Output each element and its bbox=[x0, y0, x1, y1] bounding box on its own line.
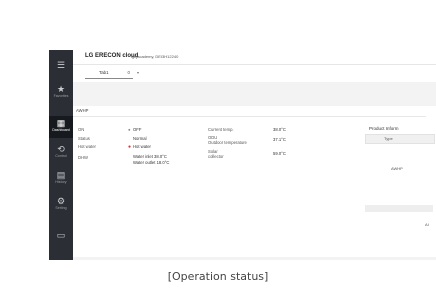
menu-icon: ☰ bbox=[56, 60, 66, 70]
setting-icon: ⚙ bbox=[56, 196, 66, 206]
on-label: ON bbox=[78, 127, 85, 132]
tab-label: Tab1 bbox=[99, 70, 109, 75]
info-row-bar bbox=[365, 205, 433, 212]
star-icon: ★ bbox=[56, 84, 66, 94]
status-label: Status bbox=[78, 136, 90, 141]
sidebar-item-more[interactable]: ▭ bbox=[49, 228, 73, 250]
info-value: AI bbox=[425, 222, 429, 227]
tab-tab1[interactable]: Tab1 0 bbox=[85, 68, 133, 79]
type-label: Type bbox=[384, 136, 393, 141]
dhw-label: DHW bbox=[78, 155, 89, 160]
collector-label: collector bbox=[208, 154, 224, 159]
hot-water-value: Hot water bbox=[133, 144, 151, 149]
solar-value: 59.0°C bbox=[273, 151, 286, 156]
type-value: AWHP bbox=[391, 166, 403, 171]
menu-icon-button[interactable]: ☰ bbox=[49, 58, 73, 80]
hot-water-label: Hot water bbox=[78, 144, 96, 149]
dashboard-icon: ▦ bbox=[56, 118, 66, 128]
tab-bar: Tab1 0 ▾ bbox=[73, 65, 436, 83]
sidebar-item-dashboard[interactable]: ▦ Dashboard bbox=[49, 116, 73, 138]
sidebar-item-control[interactable]: ⟲ Control bbox=[49, 142, 73, 164]
main-content: AWHP ON ● OFF Status Normal Hot water ● … bbox=[73, 82, 436, 260]
power-value: OFF bbox=[133, 127, 142, 132]
more-icon: ▭ bbox=[56, 230, 66, 240]
sidebar-item-label: Control bbox=[55, 154, 67, 158]
sidebar: ☰ ★ Favorites ▦ Dashboard ⟲ Control ▤ Hi… bbox=[49, 50, 73, 260]
sidebar-item-label: Dashboard bbox=[52, 128, 70, 132]
current-temp-value: 38.0°C bbox=[273, 127, 286, 132]
water-inlet-value: Water inlet 38.0°C bbox=[133, 154, 167, 159]
hot-water-indicator: ● bbox=[128, 144, 132, 150]
device-card: AWHP ON ● OFF Status Normal Hot water ● … bbox=[73, 106, 436, 257]
top-bar: LG ERECON cloud lgbjacademy, DEI3H12240 bbox=[73, 50, 436, 65]
account-info: lgbjacademy, DEI3H12240 bbox=[131, 54, 179, 59]
control-icon: ⟲ bbox=[57, 144, 65, 154]
card-title: AWHP bbox=[76, 108, 89, 113]
type-header: Type bbox=[365, 134, 435, 144]
water-outlet-value: Water outlet 18.0°C bbox=[133, 160, 170, 165]
divider bbox=[73, 116, 426, 117]
chevron-down-icon[interactable]: ▾ bbox=[137, 70, 139, 75]
outdoor-temp-label: Outdoor temperature bbox=[208, 140, 247, 145]
sidebar-item-label: History bbox=[55, 180, 67, 184]
tab-count: 0 bbox=[127, 70, 130, 75]
sidebar-item-favorites[interactable]: ★ Favorites bbox=[49, 82, 73, 104]
current-temp-label: Current temp. bbox=[208, 127, 234, 132]
sidebar-item-history[interactable]: ▤ History bbox=[49, 168, 73, 190]
history-icon: ▤ bbox=[56, 170, 66, 180]
power-indicator: ● bbox=[128, 127, 131, 132]
outdoor-temp-value: 37.1°C bbox=[273, 137, 286, 142]
sidebar-item-label: Setting bbox=[55, 206, 67, 210]
sidebar-item-label: Favorites bbox=[53, 94, 69, 98]
sidebar-item-setting[interactable]: ⚙ Setting bbox=[49, 194, 73, 216]
figure-caption: [Operation status] bbox=[167, 270, 269, 283]
product-info-title: Product Inform bbox=[369, 126, 399, 131]
status-value: Normal bbox=[133, 136, 147, 141]
